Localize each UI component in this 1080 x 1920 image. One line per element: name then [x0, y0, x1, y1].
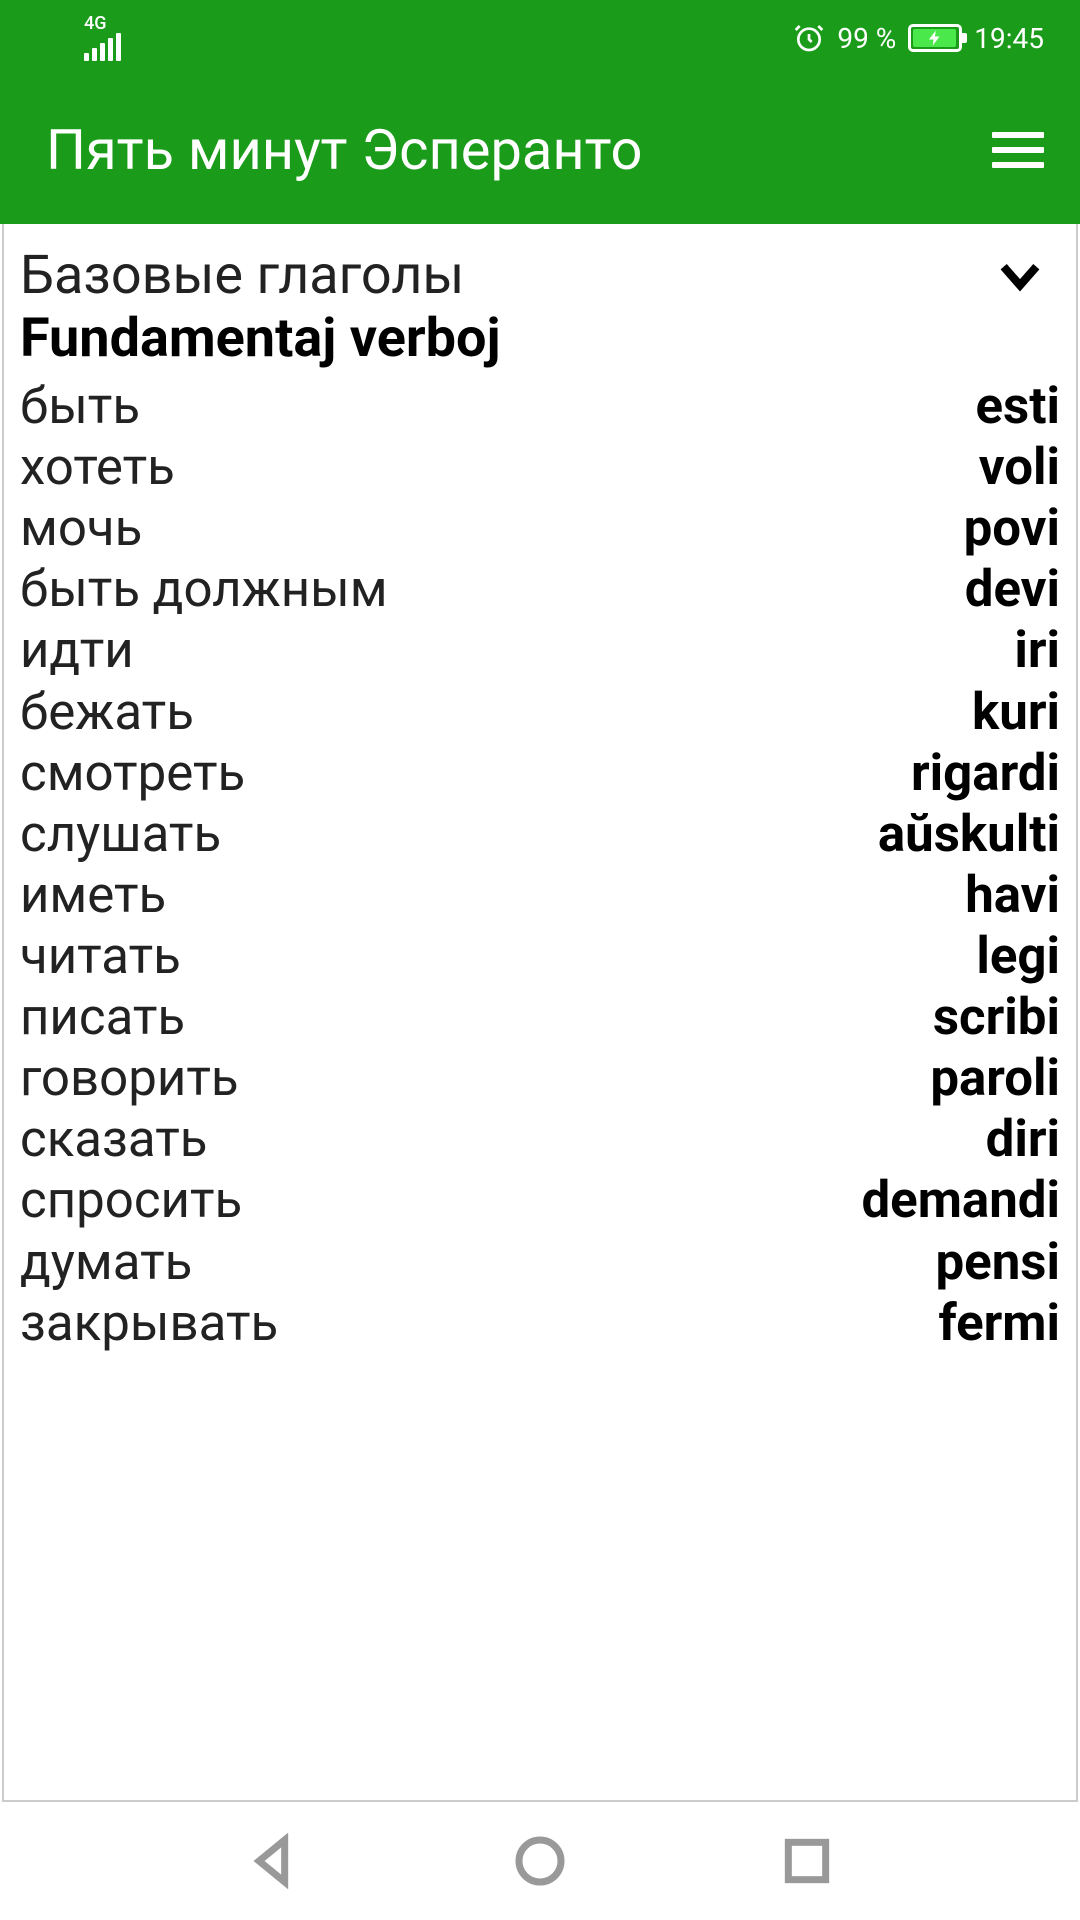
home-button[interactable]	[512, 1833, 568, 1889]
vocab-row[interactable]: быть esti	[20, 376, 1060, 437]
vocab-word-eo: legi	[976, 928, 1060, 985]
status-bar: 4G 99 % 19:45	[0, 0, 1080, 76]
vocab-word-eo: paroli	[930, 1050, 1060, 1107]
vocab-row[interactable]: слушать aŭskulti	[20, 804, 1060, 865]
vocab-word-ru: хотеть	[20, 439, 175, 496]
vocab-row[interactable]: сказать diri	[20, 1109, 1060, 1170]
vocab-word-eo: diri	[986, 1111, 1060, 1168]
vocab-word-eo: fermi	[938, 1295, 1060, 1352]
navigation-bar	[0, 1802, 1080, 1920]
app-title: Пять минут Эсперанто	[46, 117, 642, 183]
vocab-row[interactable]: быть должным devi	[20, 559, 1060, 620]
vocab-row[interactable]: читать legi	[20, 926, 1060, 987]
vocab-row[interactable]: иметь havi	[20, 865, 1060, 926]
vocab-word-ru: сказать	[20, 1111, 207, 1168]
status-left: 4G	[84, 15, 121, 61]
vocab-word-eo: rigardi	[911, 745, 1060, 802]
vocab-word-ru: говорить	[20, 1050, 239, 1107]
section-title-eo: Fundamentaj verboj	[20, 307, 1060, 370]
vocab-word-ru: идти	[20, 622, 134, 679]
vocab-word-eo: povi	[964, 500, 1060, 557]
hamburger-icon[interactable]	[992, 132, 1044, 168]
vocab-word-ru: быть	[20, 378, 140, 435]
vocab-word-ru: думать	[20, 1234, 192, 1291]
vocab-word-ru: смотреть	[20, 745, 245, 802]
vocab-word-ru: закрывать	[20, 1295, 278, 1352]
vocab-word-eo: esti	[976, 378, 1061, 435]
vocab-word-eo: devi	[965, 561, 1060, 618]
vocab-word-eo: aŭskulti	[878, 806, 1060, 863]
vocab-row[interactable]: писать scribi	[20, 987, 1060, 1048]
vocab-word-eo: demandi	[861, 1172, 1060, 1229]
vocab-word-eo: kuri	[972, 684, 1060, 741]
vocab-list[interactable]: быть esti хотеть voli мочь povi быть должным de…	[20, 376, 1060, 1354]
chevron-down-icon	[992, 248, 1048, 304]
content-area: Базовые глаголы Fundamentaj verboj быть e…	[2, 224, 1078, 1802]
vocab-word-eo: voli	[979, 439, 1060, 496]
battery-icon	[908, 24, 962, 52]
battery-percent: 99 %	[837, 22, 896, 55]
vocab-row[interactable]: смотреть rigardi	[20, 743, 1060, 804]
back-button[interactable]	[245, 1833, 301, 1889]
clock: 19:45	[974, 22, 1044, 55]
vocab-row[interactable]: идти iri	[20, 620, 1060, 681]
vocab-row[interactable]: думать pensi	[20, 1232, 1060, 1293]
section-title-ru: Базовые глаголы	[20, 244, 464, 307]
vocab-row[interactable]: закрывать fermi	[20, 1293, 1060, 1354]
vocab-word-ru: иметь	[20, 867, 166, 924]
vocab-word-ru: писать	[20, 989, 185, 1046]
network-label: 4G	[84, 15, 121, 33]
vocab-word-ru: спросить	[20, 1172, 242, 1229]
vocab-word-eo: pensi	[935, 1234, 1060, 1291]
vocab-word-ru: бежать	[20, 684, 194, 741]
vocab-word-eo: iri	[1014, 622, 1060, 679]
vocab-word-ru: слушать	[20, 806, 221, 863]
vocab-row[interactable]: спросить demandi	[20, 1170, 1060, 1231]
vocab-word-eo: scribi	[933, 989, 1060, 1046]
alarm-icon	[793, 22, 825, 54]
app-bar: Пять минут Эсперанто	[0, 76, 1080, 224]
vocab-word-eo: havi	[965, 867, 1060, 924]
vocab-word-ru: быть должным	[20, 561, 388, 618]
vocab-row[interactable]: хотеть voli	[20, 437, 1060, 498]
network-indicator: 4G	[84, 15, 121, 61]
section-header[interactable]: Базовые глаголы	[20, 240, 1060, 311]
vocab-word-ru: мочь	[20, 500, 142, 557]
vocab-word-ru: читать	[20, 928, 181, 985]
vocab-row[interactable]: говорить paroli	[20, 1048, 1060, 1109]
recent-button[interactable]	[779, 1833, 835, 1889]
vocab-row[interactable]: бежать kuri	[20, 682, 1060, 743]
vocab-row[interactable]: мочь povi	[20, 498, 1060, 559]
status-right: 99 % 19:45	[793, 22, 1044, 55]
signal-icon	[84, 33, 121, 61]
